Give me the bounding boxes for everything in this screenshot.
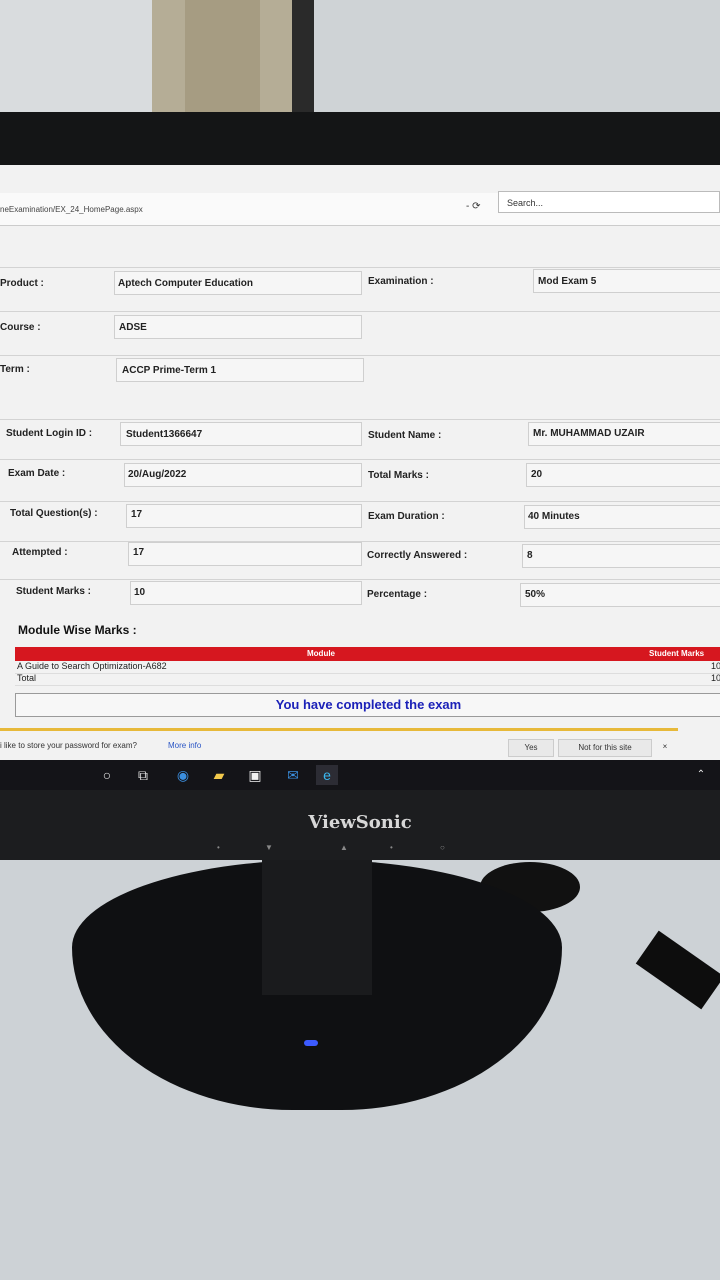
student-name-value: Mr. MUHAMMAD UZAIR — [533, 428, 645, 439]
attempted-cell — [128, 542, 362, 566]
table-row: Total 10 — [15, 673, 720, 686]
bezel-button-1[interactable]: • — [217, 843, 220, 852]
examination-value: Mod Exam 5 — [538, 276, 597, 287]
more-info-link[interactable]: More info — [168, 741, 201, 750]
password-save-bar: i like to store your password for exam? … — [0, 728, 678, 764]
store-icon[interactable]: ▣ — [244, 765, 266, 785]
term-label: Term : — [0, 364, 30, 375]
row-product: Product : Aptech Computer Education Exam… — [0, 267, 720, 296]
login-label: Student Login ID : — [6, 428, 93, 439]
password-prompt-text: i like to store your password for exam? — [0, 741, 137, 750]
student-name-label: Student Name : — [368, 430, 442, 441]
monitor-brand-logo: ViewSonic — [308, 812, 412, 833]
total-questions-value: 17 — [131, 509, 143, 520]
course-label: Course : — [0, 322, 41, 333]
product-value: Aptech Computer Education — [118, 278, 254, 289]
total-marks-label: Total Marks : — [368, 470, 429, 481]
exam-date-value: 20/Aug/2022 — [128, 469, 187, 480]
total-marks-cell — [526, 463, 720, 487]
course-cell — [114, 315, 362, 339]
search-input[interactable]: Search... — [498, 191, 720, 213]
total-marks: 10 — [711, 673, 720, 683]
mail-icon[interactable]: ✉ — [282, 765, 304, 785]
not-for-this-site-button[interactable]: Not for this site — [558, 739, 652, 757]
background-window — [314, 0, 720, 112]
taskbar: ○ ⧉ ◉ ▰ ▣ ✉ e ⌃ — [0, 760, 720, 790]
background-door-panel — [185, 0, 260, 118]
screen: neExamination/EX_24_HomePage.aspx - ⟳ Se… — [0, 165, 720, 790]
correct-answered-label: Correctly Answered : — [367, 550, 468, 561]
student-marks-column-header: Student Marks — [649, 649, 705, 658]
power-led — [304, 1040, 318, 1046]
total-marks-value: 20 — [531, 469, 543, 480]
row-attempted: Attempted : 17 Correctly Answered : 8 — [0, 541, 720, 570]
exam-duration-label: Exam Duration : — [368, 511, 445, 522]
module-table-header: Module Student Marks — [15, 647, 720, 661]
row-term: Term : ACCP Prime-Term 1 — [0, 355, 720, 384]
search-icon[interactable]: ○ — [96, 765, 118, 785]
row-marks: Student Marks : 10 Percentage : 50% — [0, 579, 720, 608]
monitor-stand-neck — [262, 855, 372, 995]
product-label: Product : — [0, 278, 44, 289]
completion-message: You have completed the exam — [15, 693, 720, 717]
attempted-label: Attempted : — [12, 547, 68, 558]
student-marks-value: 10 — [134, 587, 146, 598]
row-date: Exam Date : 20/Aug/2022 Total Marks : 20 — [0, 459, 720, 488]
file-explorer-icon[interactable]: ▰ — [208, 765, 230, 785]
internet-explorer-icon[interactable]: e — [316, 765, 338, 785]
total-questions-label: Total Question(s) : — [10, 508, 98, 519]
attempted-value: 17 — [133, 547, 145, 558]
task-view-icon[interactable]: ⧉ — [132, 765, 154, 785]
course-value: ADSE — [119, 322, 147, 333]
module-name: A Guide to Search Optimization-A682 — [17, 661, 167, 671]
student-marks-label: Student Marks : — [16, 586, 92, 597]
url-text[interactable]: neExamination/EX_24_HomePage.aspx — [0, 205, 143, 214]
module-column-header: Module — [307, 649, 335, 658]
bezel-button-2[interactable]: • — [390, 843, 393, 852]
exam-date-label: Exam Date : — [8, 468, 66, 479]
system-tray-chevron-icon[interactable]: ⌃ — [690, 765, 712, 785]
total-label: Total — [17, 673, 37, 683]
correct-answered-value: 8 — [527, 550, 533, 561]
browser-icon[interactable]: ◉ — [172, 765, 194, 785]
module-wise-title: Module Wise Marks : — [18, 623, 137, 637]
correct-answered-cell — [522, 544, 720, 568]
yes-button[interactable]: Yes — [508, 739, 554, 757]
bezel-button-up[interactable]: ▲ — [340, 843, 348, 852]
background-frame — [292, 0, 314, 118]
row-course: Course : ADSE — [0, 311, 720, 340]
module-marks: 10 — [711, 661, 720, 671]
login-value: Student1366647 — [126, 429, 203, 440]
close-icon[interactable]: × — [656, 739, 674, 755]
percentage-label: Percentage : — [367, 589, 428, 600]
term-value: ACCP Prime-Term 1 — [122, 365, 217, 376]
percentage-value: 50% — [525, 589, 546, 600]
examination-label: Examination : — [368, 276, 434, 287]
row-questions: Total Question(s) : 17 Exam Duration : 4… — [0, 501, 720, 530]
bezel-button-down[interactable]: ▼ — [265, 843, 273, 852]
refresh-icon[interactable]: - ⟳ — [466, 201, 481, 212]
percentage-cell — [520, 583, 720, 607]
total-questions-cell — [126, 504, 362, 528]
bezel-power-button[interactable]: ○ — [440, 843, 445, 852]
student-marks-cell — [130, 581, 362, 605]
exam-duration-value: 40 Minutes — [528, 511, 580, 522]
row-login: Student Login ID : Student1366647 Studen… — [0, 419, 720, 448]
